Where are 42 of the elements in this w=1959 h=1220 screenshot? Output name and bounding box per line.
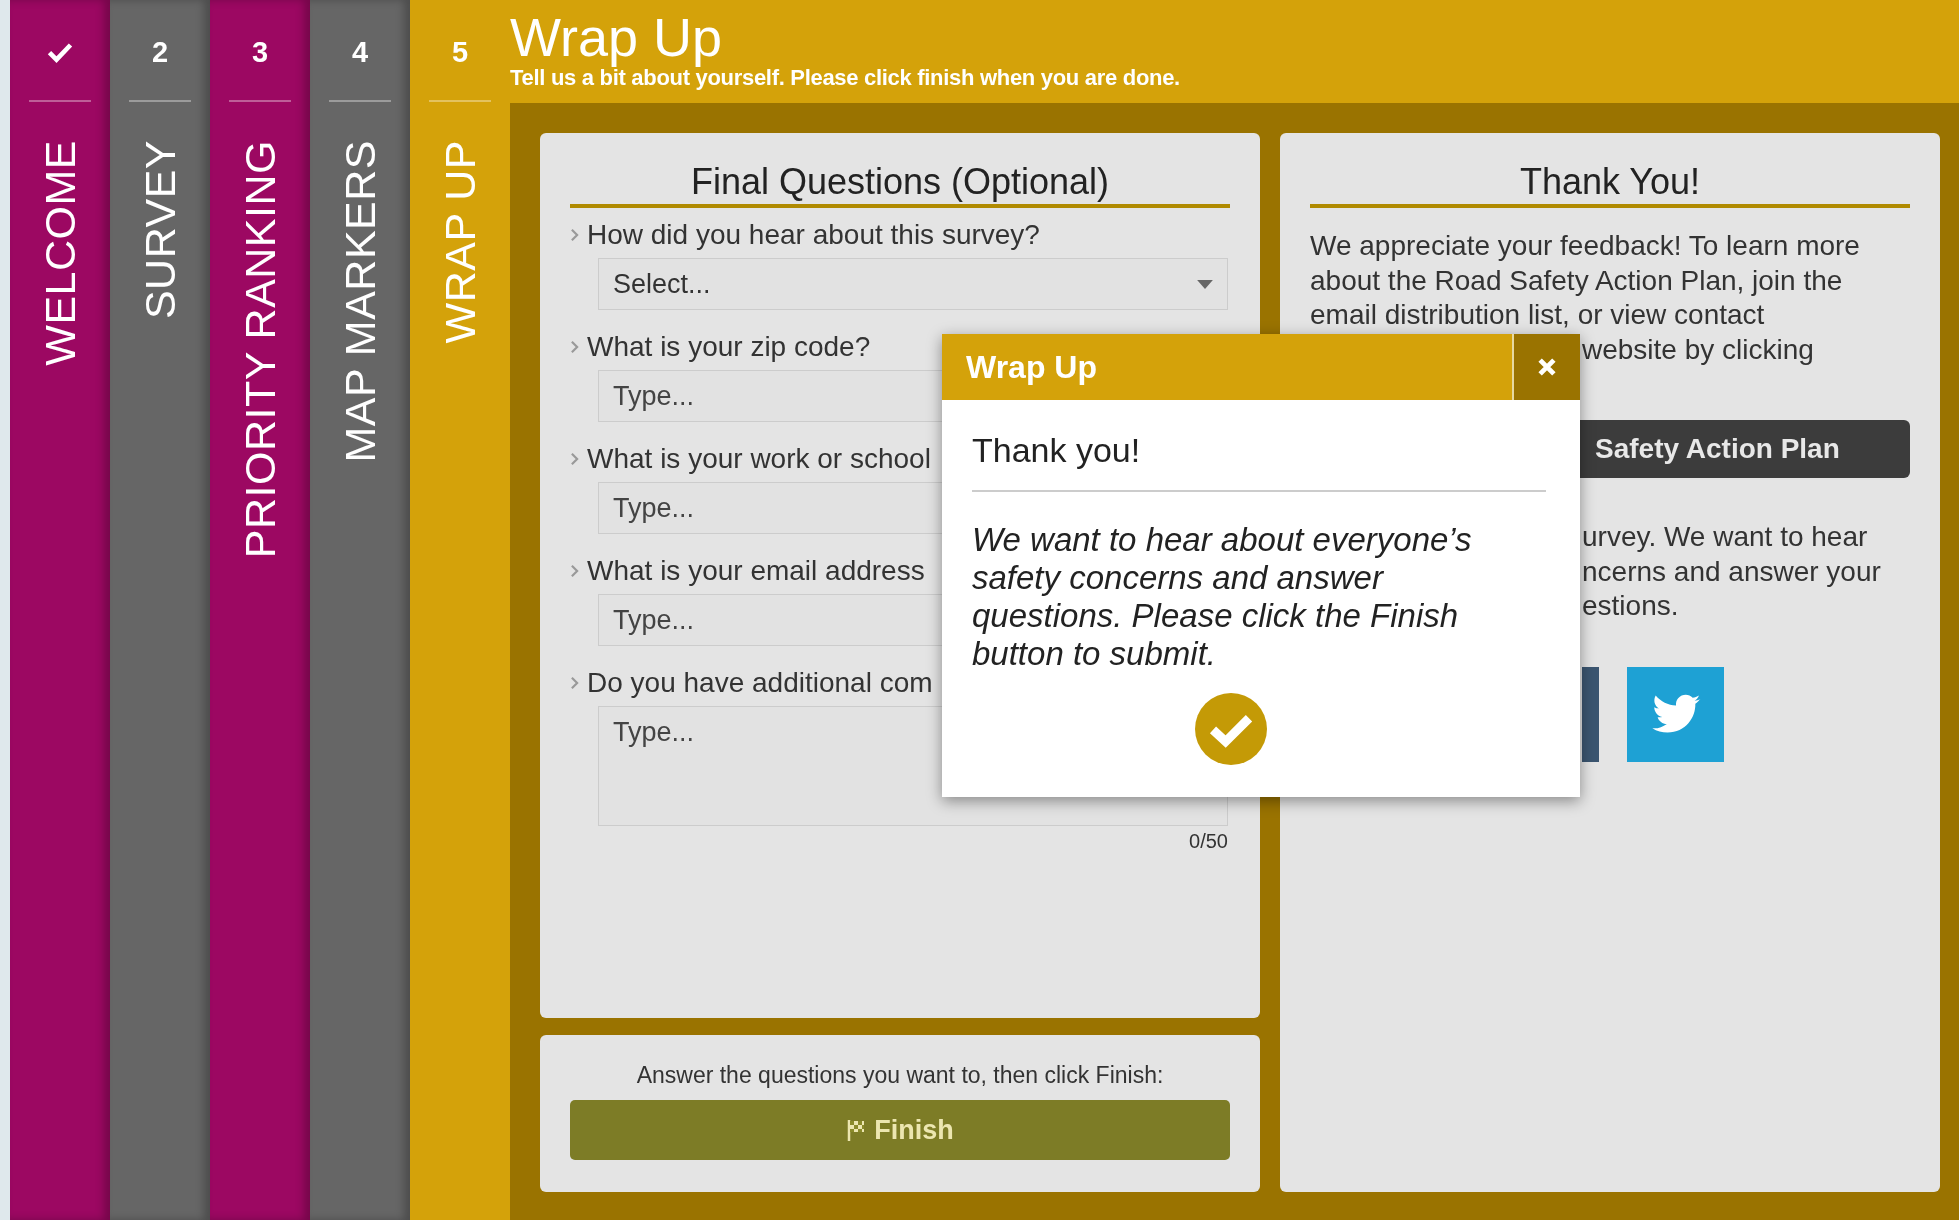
panel-title: Thank You! [1519,161,1701,203]
step-label: MAP MARKERS [335,140,385,463]
check-circle-icon[interactable] [1195,693,1267,765]
step-label: PRIORITY RANKING [235,140,285,559]
question-label: What is your email address [587,555,925,587]
page-title: Wrap Up [510,8,723,66]
chevron-icon [570,340,579,354]
character-counter: 0/50 [1188,830,1228,853]
step-number: 5 [451,35,469,69]
question-label: How did you hear about this survey? [587,219,1040,251]
step-tab[interactable]: 4 MAP MARKERS [310,0,410,1220]
step-tab[interactable]: 3 PRIORITY RANKING [210,0,310,1220]
step-number: 4 [351,35,369,69]
bird-icon[interactable] [1627,666,1724,762]
paragraph-line: estions. [1582,589,1679,623]
step-number: 2 [151,35,169,69]
select-field[interactable]: Select... [598,258,1228,310]
chevron-icon [570,676,579,690]
paragraph-fragment: website by clicking [1582,332,1814,367]
step-tab[interactable]: WELCOME [10,0,110,1220]
step-label: SURVEY [135,140,185,320]
step-label: WELCOME [35,140,85,366]
flag-icon [846,1119,867,1141]
chevron-icon [570,228,579,242]
question-label: Do you have additional com [587,667,933,699]
question-label: What is your zip code? [587,331,871,363]
instruction-text: Answer the questions you want to, then click Finish: [636,1061,1164,1089]
panel-title: Final Questions (Optional) [690,161,1110,203]
close-icon [1536,356,1558,378]
step-tab[interactable]: 2 SURVEY [110,0,210,1220]
page-subtitle: Tell us a bit about yourself. Please click finish when you are done. [510,66,1180,90]
caret-icon [1197,279,1213,289]
chevron-icon [570,564,579,578]
paragraph-line: urvey. We want to hear [1582,520,1868,554]
close-button[interactable] [1512,334,1580,400]
dialog-heading: Thank you! [972,430,1142,470]
question-label: What is your work or school [587,443,931,475]
square-tile[interactable] [1582,666,1599,762]
paragraph-line: ncerns and answer your [1582,554,1881,589]
step-label: WRAP UP [435,140,485,344]
chevron-icon [570,452,579,466]
step-number: 3 [251,35,269,69]
